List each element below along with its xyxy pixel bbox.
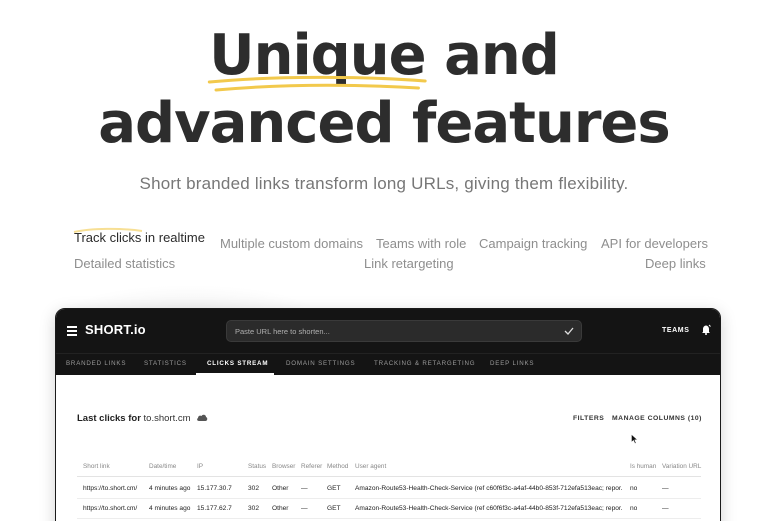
table-cell: Amazon-Route53-Health-Check-Service (ref…: [355, 505, 623, 512]
yellow-underline-icon: [73, 227, 143, 233]
tab-domain-settings[interactable]: DOMAIN SETTINGS: [286, 360, 355, 367]
app-topbar: SHORT.io TEAMS: [56, 309, 720, 353]
tab-branded-links[interactable]: BRANDED LINKS: [66, 360, 126, 367]
table-cell: 4 minutes ago: [149, 485, 191, 492]
app-logo[interactable]: SHORT.io: [85, 322, 146, 337]
column-header[interactable]: Variation URL: [662, 463, 702, 470]
feature-detailed-statistics[interactable]: Detailed statistics: [74, 256, 175, 271]
column-header[interactable]: Date/time: [149, 463, 199, 470]
table-cell: https://to.short.cm/: [83, 485, 138, 492]
column-header[interactable]: Browser: [272, 463, 297, 470]
hero-line-1-rest: and: [444, 23, 560, 88]
table-cell: Amazon-Route53-Health-Check-Service (ref…: [355, 485, 623, 492]
feature-track-clicks[interactable]: Track clicks in realtime: [73, 227, 205, 245]
tab-tracking-retargeting[interactable]: TRACKING & RETARGETING: [374, 360, 475, 367]
feature-api[interactable]: API for developers: [601, 236, 708, 251]
table-cell: https://to.short.cm/: [83, 505, 138, 512]
feature-campaign-tracking[interactable]: Campaign tracking: [479, 236, 587, 251]
hero-highlight-word: Unique: [207, 22, 427, 92]
tab-deep-links[interactable]: DEEP LINKS: [490, 360, 534, 367]
check-icon[interactable]: [564, 326, 574, 336]
column-header[interactable]: Status: [248, 463, 268, 470]
shorten-url-input[interactable]: [227, 321, 557, 341]
column-header[interactable]: Referer: [301, 463, 327, 470]
table-cell: 302: [248, 505, 260, 512]
column-header[interactable]: Short link: [83, 463, 145, 470]
bell-icon[interactable]: [701, 324, 711, 335]
table-row[interactable]: https://to.short.cm/ 4 minutes ago 15.17…: [77, 499, 701, 519]
manage-columns-button[interactable]: MANAGE COLUMNS (10): [612, 415, 702, 422]
table-cell: —: [301, 485, 308, 492]
table-cell: no: [630, 485, 638, 492]
table-cell: GET: [327, 485, 341, 492]
section-title: Last clicks for to.short.cm: [77, 413, 191, 424]
cursor-icon: [631, 434, 638, 444]
column-header[interactable]: Method: [327, 463, 352, 470]
column-header[interactable]: Is human: [630, 463, 658, 470]
hero-heading: Unique and advanced features: [0, 22, 768, 158]
feature-link-retargeting[interactable]: Link retargeting: [364, 256, 454, 271]
hero-subtitle: Short branded links transform long URLs,…: [139, 174, 629, 193]
section-domain: to.short.cm: [143, 413, 191, 424]
table-cell: 302: [248, 485, 260, 492]
teams-button[interactable]: TEAMS: [662, 327, 690, 334]
filters-button[interactable]: FILTERS: [573, 415, 604, 422]
menu-icon[interactable]: [67, 326, 77, 336]
feature-teams[interactable]: Teams with role: [376, 236, 466, 251]
table-cell: Other: [272, 485, 289, 492]
section-title-text: Last clicks for: [77, 413, 141, 424]
feature-deep-links[interactable]: Deep links: [645, 256, 706, 271]
tab-clicks-stream[interactable]: CLICKS STREAM: [207, 360, 268, 367]
shorten-url-box: [226, 320, 582, 342]
table-cell: no: [630, 505, 638, 512]
hero-line-2: advanced features: [98, 91, 671, 156]
table-cell: —: [662, 485, 669, 492]
table-cell: —: [301, 505, 308, 512]
table-cell: 15.177.62.7: [197, 505, 232, 512]
table-header: Short link Date/time IP Status Browser R…: [77, 463, 701, 477]
table-cell: 4 minutes ago: [149, 505, 191, 512]
logo-text: HORT.io: [93, 322, 146, 337]
feature-highlight: Track clicks in realtime: [73, 227, 205, 245]
app-nav-tabs: BRANDED LINKS STATISTICS CLICKS STREAM D…: [56, 353, 720, 375]
feature-custom-domains[interactable]: Multiple custom domains: [220, 236, 363, 251]
table-row[interactable]: https://to.short.cm/ 4 minutes ago 15.17…: [77, 479, 701, 499]
table-cell: GET: [327, 505, 341, 512]
tab-statistics[interactable]: STATISTICS: [144, 360, 187, 367]
logo-mark: S: [85, 322, 94, 337]
yellow-swoosh-icon: [207, 75, 427, 92]
cloud-icon[interactable]: [196, 413, 208, 423]
table-cell: 15.177.30.7: [197, 485, 232, 492]
app-preview-window: SHORT.io TEAMS BRANDED LINKS STATISTICS …: [55, 308, 721, 521]
table-cell: Other: [272, 505, 289, 512]
clicks-stream-panel: Last clicks for to.short.cm FILTERS MANA…: [56, 375, 720, 521]
table-cell: —: [662, 505, 669, 512]
hero-line-1: Unique and: [0, 22, 768, 92]
column-header[interactable]: User agent: [355, 463, 623, 470]
column-header[interactable]: IP: [197, 463, 245, 470]
